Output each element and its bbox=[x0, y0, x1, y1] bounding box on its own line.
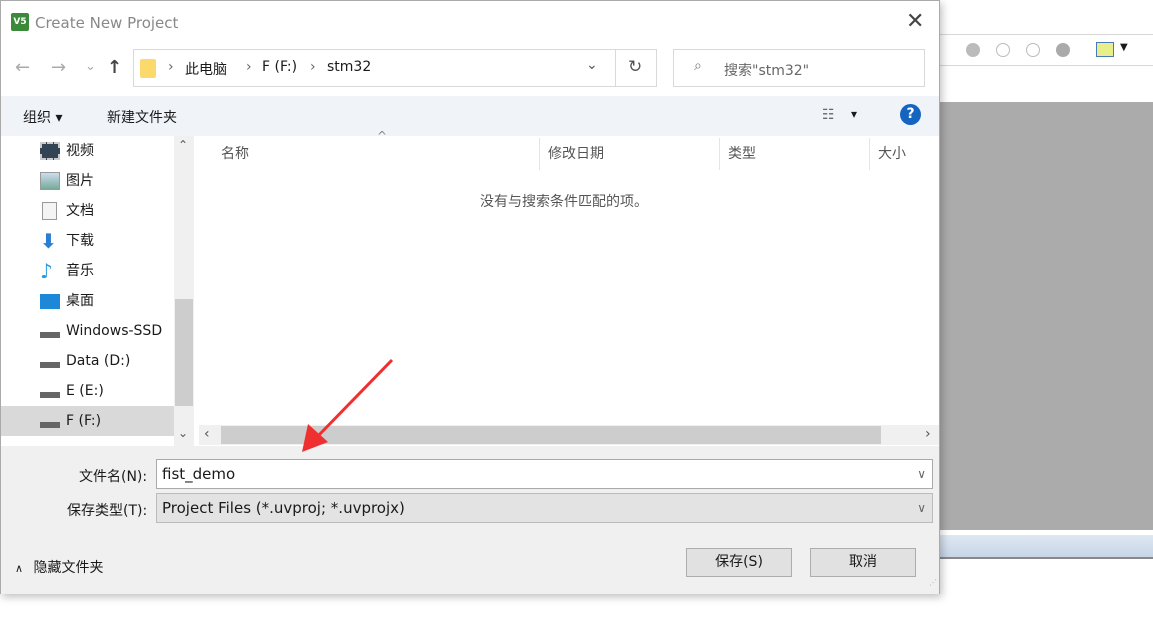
arrow-shaft bbox=[316, 358, 394, 438]
annotation-arrow bbox=[302, 358, 394, 452]
